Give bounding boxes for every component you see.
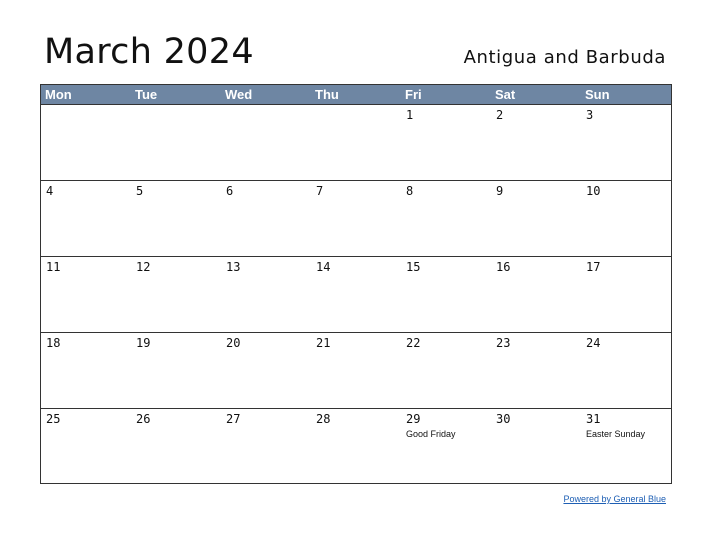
day-number: 19 [136, 336, 151, 350]
page-title: March 2024 [44, 32, 254, 72]
day-number: 3 [586, 108, 594, 122]
day-cell: 13 [221, 257, 311, 332]
day-cell [221, 105, 311, 180]
powered-by-link[interactable]: Powered by General Blue [563, 493, 666, 505]
day-cell: 12 [131, 257, 221, 332]
day-number: 6 [226, 184, 234, 198]
day-number: 1 [406, 108, 414, 122]
day-number: 18 [46, 336, 61, 350]
day-cell: 22 [401, 333, 491, 408]
weekday-mon: Mon [45, 87, 72, 102]
day-cell: 31 Easter Sunday [581, 409, 671, 487]
week-row: 18 19 20 21 22 23 24 [41, 333, 671, 409]
day-cell: 16 [491, 257, 581, 332]
holiday-label: Good Friday [406, 429, 456, 439]
day-number: 5 [136, 184, 144, 198]
holiday-label: Easter Sunday [586, 429, 646, 439]
day-cell: 15 [401, 257, 491, 332]
day-cell [131, 105, 221, 180]
weekday-wed: Wed [225, 87, 253, 102]
day-number: 30 [496, 412, 511, 426]
day-number: 26 [136, 412, 151, 426]
day-number: 4 [46, 184, 54, 198]
day-cell: 17 [581, 257, 671, 332]
day-number: 12 [136, 260, 151, 274]
day-cell: 11 [41, 257, 131, 332]
day-cell: 7 [311, 181, 401, 256]
day-cell: 3 [581, 105, 671, 180]
day-number: 28 [316, 412, 331, 426]
day-number: 17 [586, 260, 601, 274]
week-row: 1 2 3 [41, 105, 671, 181]
week-row: 11 12 13 14 15 16 17 [41, 257, 671, 333]
day-cell: 14 [311, 257, 401, 332]
day-number: 25 [46, 412, 61, 426]
day-number: 14 [316, 260, 331, 274]
day-cell: 9 [491, 181, 581, 256]
weekday-thu: Thu [315, 87, 339, 102]
weekday-sat: Sat [495, 87, 516, 102]
day-cell: 23 [491, 333, 581, 408]
day-cell: 2 [491, 105, 581, 180]
day-number: 20 [226, 336, 241, 350]
day-cell: 28 [311, 409, 401, 487]
day-cell: 25 [41, 409, 131, 487]
day-number: 29 [406, 412, 421, 426]
day-number: 23 [496, 336, 511, 350]
day-cell: 21 [311, 333, 401, 408]
day-cell: 30 [491, 409, 581, 487]
day-cell [311, 105, 401, 180]
day-cell [41, 105, 131, 180]
day-cell: 24 [581, 333, 671, 408]
week-row: 4 5 6 7 8 9 10 [41, 181, 671, 257]
day-number: 8 [406, 184, 414, 198]
day-number: 16 [496, 260, 511, 274]
weekday-tue: Tue [135, 87, 158, 102]
day-number: 7 [316, 184, 324, 198]
day-cell: 1 [401, 105, 491, 180]
country-name: Antigua and Barbuda [463, 47, 666, 68]
day-cell: 19 [131, 333, 221, 408]
day-cell: 8 [401, 181, 491, 256]
day-number: 11 [46, 260, 61, 274]
day-cell: 5 [131, 181, 221, 256]
week-row: 25 26 27 28 29 Good Friday 30 31 Easter Sunday [41, 409, 671, 487]
day-number: 21 [316, 336, 331, 350]
day-number: 31 [586, 412, 601, 426]
day-cell: 26 [131, 409, 221, 487]
calendar-weeks: 1 2 3 4 5 6 7 8 9 10 11 12 13 14 15 16 17 18 19 20 21 22 23 24 2… [41, 105, 671, 487]
day-number: 15 [406, 260, 421, 274]
day-cell: 4 [41, 181, 131, 256]
day-cell: 29 Good Friday [401, 409, 491, 487]
day-cell: 18 [41, 333, 131, 408]
day-number: 13 [226, 260, 241, 274]
weekday-fri: Fri [405, 87, 422, 102]
day-cell: 27 [221, 409, 311, 487]
day-cell: 20 [221, 333, 311, 408]
day-cell: 6 [221, 181, 311, 256]
day-number: 27 [226, 412, 241, 426]
day-number: 9 [496, 184, 504, 198]
weekday-header: Mon Tue Wed Thu Fri Sat Sun [41, 85, 671, 105]
day-number: 2 [496, 108, 504, 122]
calendar-grid: Mon Tue Wed Thu Fri Sat Sun 1 2 3 4 5 6 7 8 9 10 1… [40, 84, 672, 484]
day-cell: 10 [581, 181, 671, 256]
day-number: 22 [406, 336, 421, 350]
day-number: 24 [586, 336, 601, 350]
weekday-sun: Sun [585, 87, 610, 102]
day-number: 10 [586, 184, 601, 198]
